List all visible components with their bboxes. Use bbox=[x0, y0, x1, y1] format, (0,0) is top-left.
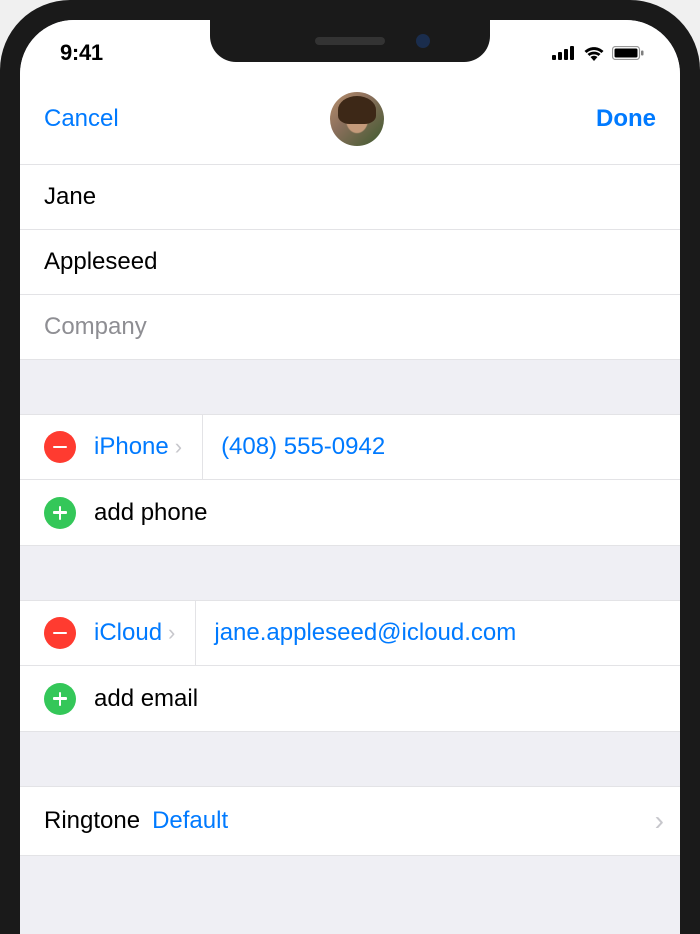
add-email-button[interactable] bbox=[44, 683, 76, 715]
add-phone-label: add phone bbox=[94, 481, 207, 545]
front-camera bbox=[416, 34, 430, 48]
battery-icon bbox=[612, 46, 644, 60]
last-name-row[interactable] bbox=[20, 230, 680, 295]
last-name-field[interactable] bbox=[44, 248, 656, 276]
cellular-icon bbox=[552, 46, 576, 60]
phone-frame: 9:41 Cancel Done bbox=[0, 0, 700, 934]
name-form-group bbox=[20, 164, 680, 360]
volume-down-button bbox=[0, 380, 2, 460]
phone-entry-row: iPhone › (408) 555-0942 bbox=[20, 414, 680, 480]
spacer bbox=[20, 360, 680, 414]
divider bbox=[195, 601, 196, 665]
wifi-icon bbox=[583, 45, 605, 61]
company-field[interactable] bbox=[44, 313, 656, 341]
phone-type-label: iPhone bbox=[94, 433, 169, 461]
volume-up-button bbox=[0, 280, 2, 360]
spacer bbox=[20, 546, 680, 600]
email-entry-row: iCloud › jane.appleseed@icloud.com bbox=[20, 600, 680, 666]
chevron-right-icon: › bbox=[175, 434, 182, 460]
email-value[interactable]: jane.appleseed@icloud.com bbox=[214, 601, 680, 665]
add-phone-button[interactable] bbox=[44, 497, 76, 529]
divider bbox=[202, 415, 203, 479]
email-type-label: iCloud bbox=[94, 619, 162, 647]
email-type-selector[interactable]: iCloud › bbox=[94, 619, 183, 647]
side-button bbox=[0, 200, 2, 244]
phone-value[interactable]: (408) 555-0942 bbox=[221, 415, 680, 479]
spacer bbox=[20, 732, 680, 786]
speaker bbox=[315, 37, 385, 45]
minus-icon bbox=[53, 446, 67, 449]
plus-icon bbox=[53, 506, 67, 520]
add-email-row[interactable]: add email bbox=[20, 666, 680, 732]
plus-icon bbox=[53, 692, 67, 706]
ringtone-label: Ringtone bbox=[44, 807, 140, 835]
cancel-button[interactable]: Cancel bbox=[44, 105, 119, 133]
remove-email-button[interactable] bbox=[44, 617, 76, 649]
nav-bar: Cancel Done bbox=[20, 78, 680, 164]
ringtone-value: Default bbox=[152, 807, 655, 835]
phone-type-selector[interactable]: iPhone › bbox=[94, 433, 190, 461]
first-name-field[interactable] bbox=[44, 183, 656, 211]
avatar[interactable] bbox=[330, 92, 384, 146]
chevron-right-icon: › bbox=[655, 805, 664, 837]
done-button[interactable]: Done bbox=[596, 105, 656, 133]
company-row[interactable] bbox=[20, 295, 680, 360]
ringtone-row[interactable]: Ringtone Default › bbox=[20, 786, 680, 856]
add-email-label: add email bbox=[94, 667, 198, 731]
first-name-row[interactable] bbox=[20, 164, 680, 230]
notch bbox=[210, 20, 490, 62]
remove-phone-button[interactable] bbox=[44, 431, 76, 463]
chevron-right-icon: › bbox=[168, 620, 175, 646]
status-icons bbox=[552, 45, 644, 61]
add-phone-row[interactable]: add phone bbox=[20, 480, 680, 546]
status-time: 9:41 bbox=[60, 40, 103, 66]
screen: 9:41 Cancel Done bbox=[20, 20, 680, 934]
minus-icon bbox=[53, 632, 67, 635]
spacer bbox=[20, 856, 680, 874]
